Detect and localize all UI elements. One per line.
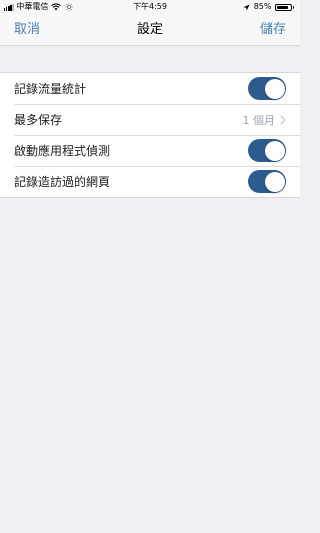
setting-label-traffic-stats: 記錄流量統計	[14, 82, 87, 96]
visited-pages-toggle[interactable]	[248, 170, 286, 193]
location-arrow-icon	[243, 3, 250, 11]
toggle-knob	[264, 78, 285, 99]
toggle-knob	[264, 140, 285, 161]
save-button[interactable]: 儲存	[260, 14, 286, 46]
page-title: 設定	[136, 22, 163, 37]
setting-row-visited-pages[interactable]: 記錄造訪過的網頁	[0, 166, 300, 197]
app-detection-toggle[interactable]	[248, 139, 286, 162]
chevron-right-icon	[280, 115, 286, 124]
setting-label-visited-pages: 記錄造訪過的網頁	[14, 175, 111, 189]
battery-level-fill	[276, 5, 288, 9]
setting-label-max-retention: 最多保存	[14, 113, 63, 127]
setting-row-traffic-stats[interactable]: 記錄流量統計	[0, 73, 300, 104]
status-bar: 中華電信 下午4:59 85%	[0, 0, 300, 14]
battery-percent: 85%	[253, 2, 272, 11]
max-retention-value: 1 個月	[242, 113, 276, 127]
status-right: 85%	[243, 0, 294, 14]
navigation-bar: 取消 設定 儲存	[0, 14, 300, 46]
battery-icon	[274, 3, 292, 11]
setting-row-max-retention[interactable]: 最多保存 1 個月	[0, 104, 300, 135]
setting-row-app-detection[interactable]: 啟動應用程式偵測	[0, 135, 300, 166]
setting-label-app-detection: 啟動應用程式偵測	[14, 144, 111, 158]
toggle-knob	[264, 171, 285, 192]
battery-tip	[292, 5, 294, 9]
traffic-stats-toggle[interactable]	[248, 77, 286, 100]
settings-list: 記錄流量統計 最多保存 1 個月 啟動應用程式偵測 記錄造訪過的網頁	[0, 72, 300, 198]
